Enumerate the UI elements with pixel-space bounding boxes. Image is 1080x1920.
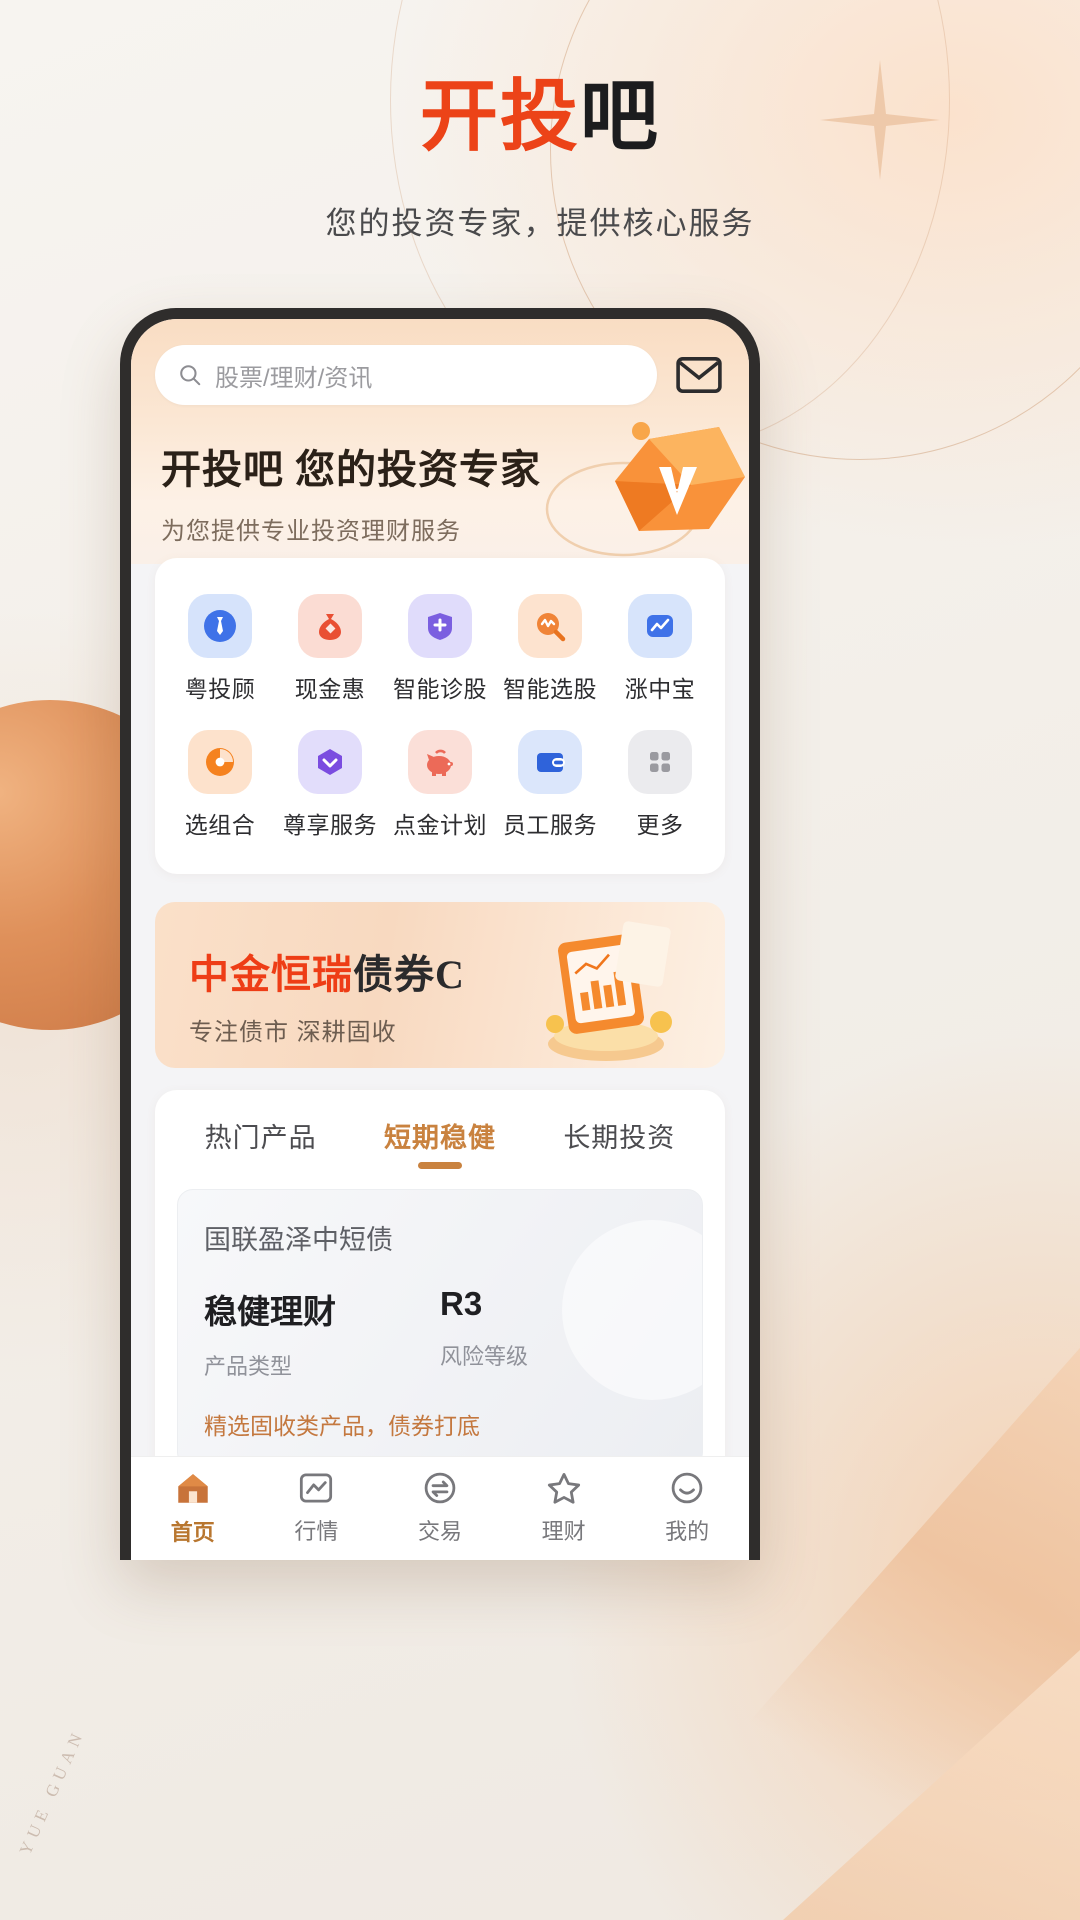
grid-label: 选组合 bbox=[184, 812, 256, 838]
nav-label: 我的 bbox=[665, 1519, 710, 1544]
product-card[interactable]: 国联盈泽中短债 稳健理财 产品类型 R3 风险等级 精选固收类产品，债券打底 bbox=[177, 1189, 703, 1468]
product-risk-col: R3 风险等级 bbox=[440, 1285, 676, 1381]
grid-label: 智能诊股 bbox=[393, 676, 487, 702]
phone-mockup: 股票/理财/资讯 开投吧 您的投资专家 为您提供专业投资理财服务 粤投顾 现金惠… bbox=[120, 308, 760, 1560]
nav-label: 首页 bbox=[170, 1520, 215, 1545]
star-icon bbox=[547, 1473, 580, 1504]
hero-section: 开投吧 您的投资专家，提供核心服务 bbox=[0, 0, 1080, 243]
product-tabs-card: 热门产品 短期稳健 长期投资 国联盈泽中短债 稳健理财 产品类型 R3 风险等级… bbox=[155, 1090, 725, 1509]
trade-icon bbox=[424, 1472, 456, 1504]
grid-item-zhinengzhengu[interactable]: 智能诊股 bbox=[385, 582, 495, 718]
nav-label: 行情 bbox=[294, 1519, 339, 1544]
nav-item-trade[interactable]: 交易 bbox=[378, 1457, 502, 1560]
nav-item-finance[interactable]: 理财 bbox=[502, 1457, 626, 1560]
grid-row-2: 选组合 尊享服务 点金计划 员工服务 更多 bbox=[165, 718, 715, 854]
grid-row-1: 粤投顾 现金惠 智能诊股 智能选股 涨中宝 bbox=[165, 582, 715, 718]
grid-label: 点金计划 bbox=[393, 812, 487, 838]
nav-item-quotes[interactable]: 行情 bbox=[255, 1457, 379, 1560]
mail-icon bbox=[676, 357, 722, 393]
quotes-icon bbox=[300, 1473, 333, 1503]
search-icon bbox=[180, 365, 201, 386]
product-risk-label: 风险等级 bbox=[440, 1344, 529, 1369]
app-screen: 股票/理财/资讯 开投吧 您的投资专家 为您提供专业投资理财服务 粤投顾 现金惠… bbox=[131, 319, 749, 1560]
grid-label: 现金惠 bbox=[294, 676, 366, 702]
grid-dots-icon bbox=[628, 730, 692, 794]
product-description: 精选固收类产品，债券打底 bbox=[204, 1413, 480, 1439]
watermark-text: YUE GUAN bbox=[15, 1725, 89, 1858]
fund-promo-banner[interactable]: 中金恒瑞债券C 专注债市 深耕固收 bbox=[155, 902, 725, 1068]
product-tabs: 热门产品 短期稳健 长期投资 bbox=[155, 1116, 725, 1169]
grid-item-yuetougu[interactable]: 粤投顾 bbox=[165, 582, 275, 718]
grid-item-zunxiangfuwu[interactable]: 尊享服务 bbox=[275, 718, 385, 854]
grid-label: 尊享服务 bbox=[283, 812, 377, 838]
page-subtitle: 您的投资专家，提供核心服务 bbox=[325, 206, 755, 241]
hero-banner: 开投吧 您的投资专家 为您提供专业投资理财服务 bbox=[155, 405, 745, 564]
pie-chart-icon bbox=[188, 730, 252, 794]
grid-item-zhinengxuangu[interactable]: 智能选股 bbox=[495, 582, 605, 718]
money-bag-icon bbox=[298, 594, 362, 658]
mail-button[interactable] bbox=[673, 352, 725, 398]
product-risk-value: R3 bbox=[440, 1285, 483, 1322]
nav-item-home[interactable]: 首页 bbox=[131, 1457, 255, 1560]
tab-long-term[interactable]: 长期投资 bbox=[563, 1116, 675, 1169]
grid-item-xianjinhui[interactable]: 现金惠 bbox=[275, 582, 385, 718]
home-icon bbox=[178, 1474, 208, 1503]
chevron-gem-icon bbox=[298, 730, 362, 794]
product-type-label: 产品类型 bbox=[204, 1354, 293, 1379]
fund-title-orange: 中金恒瑞 bbox=[189, 952, 353, 997]
page-title: 开投吧 bbox=[0, 78, 1080, 156]
piggy-bank-icon bbox=[408, 730, 472, 794]
grid-item-more[interactable]: 更多 bbox=[605, 718, 715, 854]
nav-label: 理财 bbox=[541, 1519, 586, 1544]
chart-up-icon bbox=[628, 594, 692, 658]
fund-subtitle: 专注债市 深耕固收 bbox=[189, 1019, 397, 1046]
nav-item-mine[interactable]: 我的 bbox=[625, 1457, 749, 1560]
nav-label: 交易 bbox=[417, 1519, 462, 1544]
product-type-col: 稳健理财 产品类型 bbox=[204, 1285, 440, 1381]
grid-label: 智能选股 bbox=[503, 676, 597, 702]
shield-plus-icon bbox=[408, 594, 472, 658]
page-title-highlight: 开投 bbox=[419, 73, 580, 160]
search-pulse-icon bbox=[518, 594, 582, 658]
grid-item-zhangzhongbao[interactable]: 涨中宝 bbox=[605, 582, 715, 718]
grid-item-xuanzuhe[interactable]: 选组合 bbox=[165, 718, 275, 854]
tab-short-term[interactable]: 短期稳健 bbox=[384, 1116, 496, 1169]
grid-item-yuangongfuwu[interactable]: 员工服务 bbox=[495, 718, 605, 854]
fund-illustration bbox=[546, 921, 672, 1061]
search-input[interactable]: 股票/理财/资讯 bbox=[155, 345, 657, 405]
product-attributes: 稳健理财 产品类型 R3 风险等级 bbox=[204, 1285, 676, 1381]
tab-hot-products[interactable]: 热门产品 bbox=[205, 1116, 317, 1169]
fund-title: 中金恒瑞债券C bbox=[189, 942, 465, 1000]
grid-label: 更多 bbox=[636, 812, 684, 838]
grid-label: 涨中宝 bbox=[624, 676, 696, 702]
product-type-value: 稳健理财 bbox=[204, 1293, 336, 1330]
search-row: 股票/理财/资讯 bbox=[155, 345, 725, 405]
fund-title-dark: 债券C bbox=[353, 952, 465, 997]
wallet-icon bbox=[518, 730, 582, 794]
banner-illustration bbox=[545, 422, 745, 557]
smiley-icon bbox=[671, 1472, 703, 1504]
app-header: 股票/理财/资讯 开投吧 您的投资专家 为您提供专业投资理财服务 bbox=[131, 319, 749, 564]
page-title-dark: 吧 bbox=[580, 73, 661, 160]
grid-item-dianjinjihua[interactable]: 点金计划 bbox=[385, 718, 495, 854]
bottom-navigation: 首页 行情 交易 理财 我的 bbox=[131, 1456, 749, 1560]
product-name: 国联盈泽中短债 bbox=[204, 1225, 393, 1255]
search-placeholder: 股票/理财/资讯 bbox=[215, 364, 373, 392]
quick-access-grid: 粤投顾 现金惠 智能诊股 智能选股 涨中宝 选组合 尊享服务 点金计划 员工服务… bbox=[155, 558, 725, 874]
tie-icon bbox=[188, 594, 252, 658]
grid-label: 粤投顾 bbox=[184, 676, 256, 702]
grid-label: 员工服务 bbox=[503, 812, 597, 838]
